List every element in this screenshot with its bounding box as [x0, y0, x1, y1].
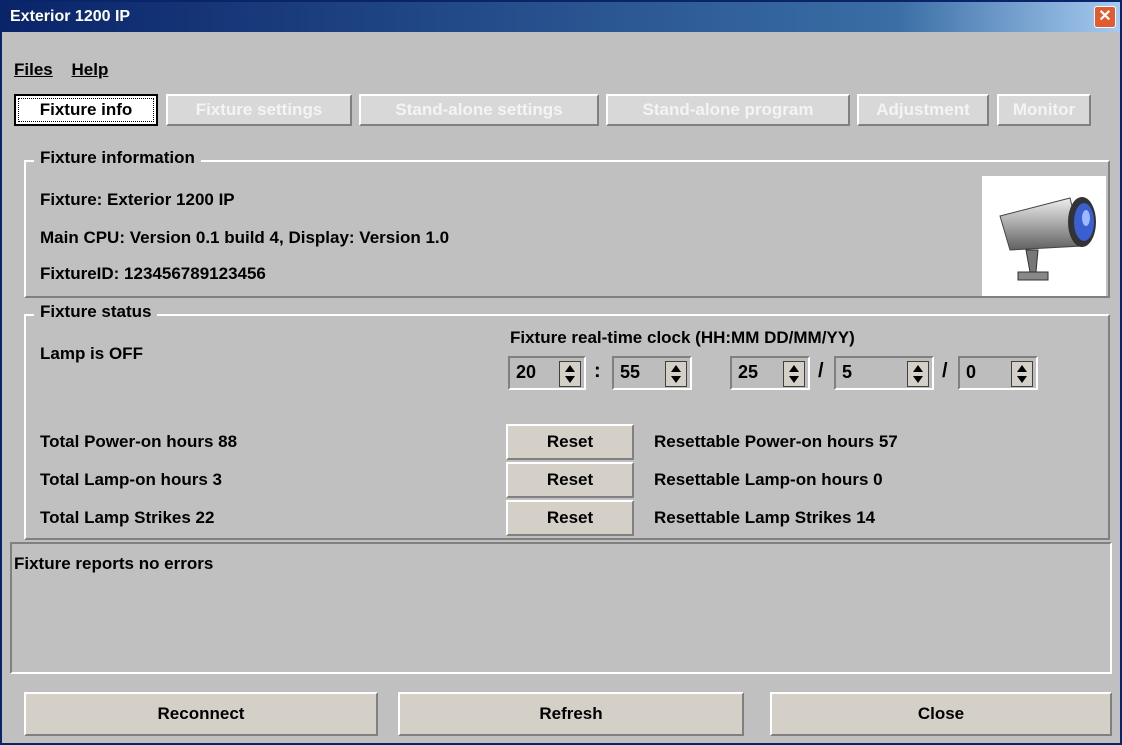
menu-bar: Files Help: [14, 60, 122, 80]
spin-arrows-icon[interactable]: [783, 361, 805, 387]
tab-adjustment[interactable]: Adjustment: [857, 94, 989, 126]
fixture-id: FixtureID: 123456789123456: [40, 264, 266, 283]
close-window-button[interactable]: ✕: [1094, 6, 1116, 28]
cpu-version: Main CPU: Version 0.1 build 4, Display: …: [40, 228, 450, 247]
menu-help[interactable]: Help: [71, 60, 108, 79]
spotlight-icon: [999, 197, 1096, 281]
total-lamp-strikes: Total Lamp Strikes 22: [40, 508, 215, 527]
day-value: 25: [738, 362, 759, 382]
close-icon: ✕: [1098, 8, 1112, 25]
fixture-status-legend: Fixture status: [34, 302, 158, 322]
resettable-power-on-hours: Resettable Power-on hours 57: [654, 432, 898, 451]
resettable-lamp-on-hours: Resettable Lamp-on hours 0: [654, 470, 883, 489]
error-report-box: Fixture reports no errors: [10, 542, 1112, 674]
clock-label: Fixture real-time clock (HH:MM DD/MM/YY): [510, 328, 855, 347]
tab-stand-alone-program[interactable]: Stand-alone program: [606, 94, 850, 126]
title-bar: Exterior 1200 IP ✕: [2, 2, 1120, 32]
reset-lamp-strikes-button[interactable]: Reset: [506, 500, 634, 536]
total-power-on-hours: Total Power-on hours 88: [40, 432, 238, 451]
tab-fixture-settings[interactable]: Fixture settings: [166, 94, 352, 126]
month-spinner[interactable]: 5: [834, 356, 934, 390]
year-spinner[interactable]: 0: [958, 356, 1038, 390]
fixture-information-panel: Fixture information Fixture: Exterior 12…: [24, 148, 1110, 298]
close-button[interactable]: Close: [770, 692, 1112, 736]
tab-fixture-info[interactable]: Fixture info: [14, 94, 158, 126]
app-window: Exterior 1200 IP ✕ Files Help Fixture in…: [0, 0, 1122, 745]
fixture-status-panel: Fixture status Lamp is OFF Fixture real-…: [24, 302, 1110, 540]
window-title: Exterior 1200 IP: [10, 8, 131, 25]
hour-value: 20: [516, 362, 537, 382]
spin-arrows-icon[interactable]: [1011, 361, 1033, 387]
tab-monitor[interactable]: Monitor: [997, 94, 1091, 126]
year-value: 0: [966, 362, 977, 382]
spin-arrows-icon[interactable]: [559, 361, 581, 387]
reset-lamp-on-button[interactable]: Reset: [506, 462, 634, 498]
date-separator: /: [818, 360, 824, 382]
reset-power-on-button[interactable]: Reset: [506, 424, 634, 460]
time-separator: :: [594, 360, 601, 382]
total-lamp-on-hours: Total Lamp-on hours 3: [40, 470, 222, 489]
day-spinner[interactable]: 25: [730, 356, 810, 390]
minute-spinner[interactable]: 55: [612, 356, 692, 390]
month-value: 5: [842, 362, 853, 382]
hour-spinner[interactable]: 20: [508, 356, 586, 390]
spin-arrows-icon[interactable]: [665, 361, 687, 387]
clock-controls: 20 : 55 25 / 5 / 0: [508, 356, 1038, 392]
spin-arrows-icon[interactable]: [907, 361, 929, 387]
tab-stand-alone-settings[interactable]: Stand-alone settings: [359, 94, 599, 126]
fixture-information-legend: Fixture information: [34, 148, 201, 168]
date-separator: /: [942, 360, 948, 382]
refresh-button[interactable]: Refresh: [398, 692, 744, 736]
resettable-lamp-strikes: Resettable Lamp Strikes 14: [654, 508, 876, 527]
menu-files[interactable]: Files: [14, 60, 53, 79]
reconnect-button[interactable]: Reconnect: [24, 692, 378, 736]
minute-value: 55: [620, 362, 641, 382]
lamp-status: Lamp is OFF: [40, 344, 143, 363]
fixture-name: Fixture: Exterior 1200 IP: [40, 190, 235, 209]
fixture-image: [982, 176, 1106, 296]
error-report-text: Fixture reports no errors: [14, 554, 214, 573]
